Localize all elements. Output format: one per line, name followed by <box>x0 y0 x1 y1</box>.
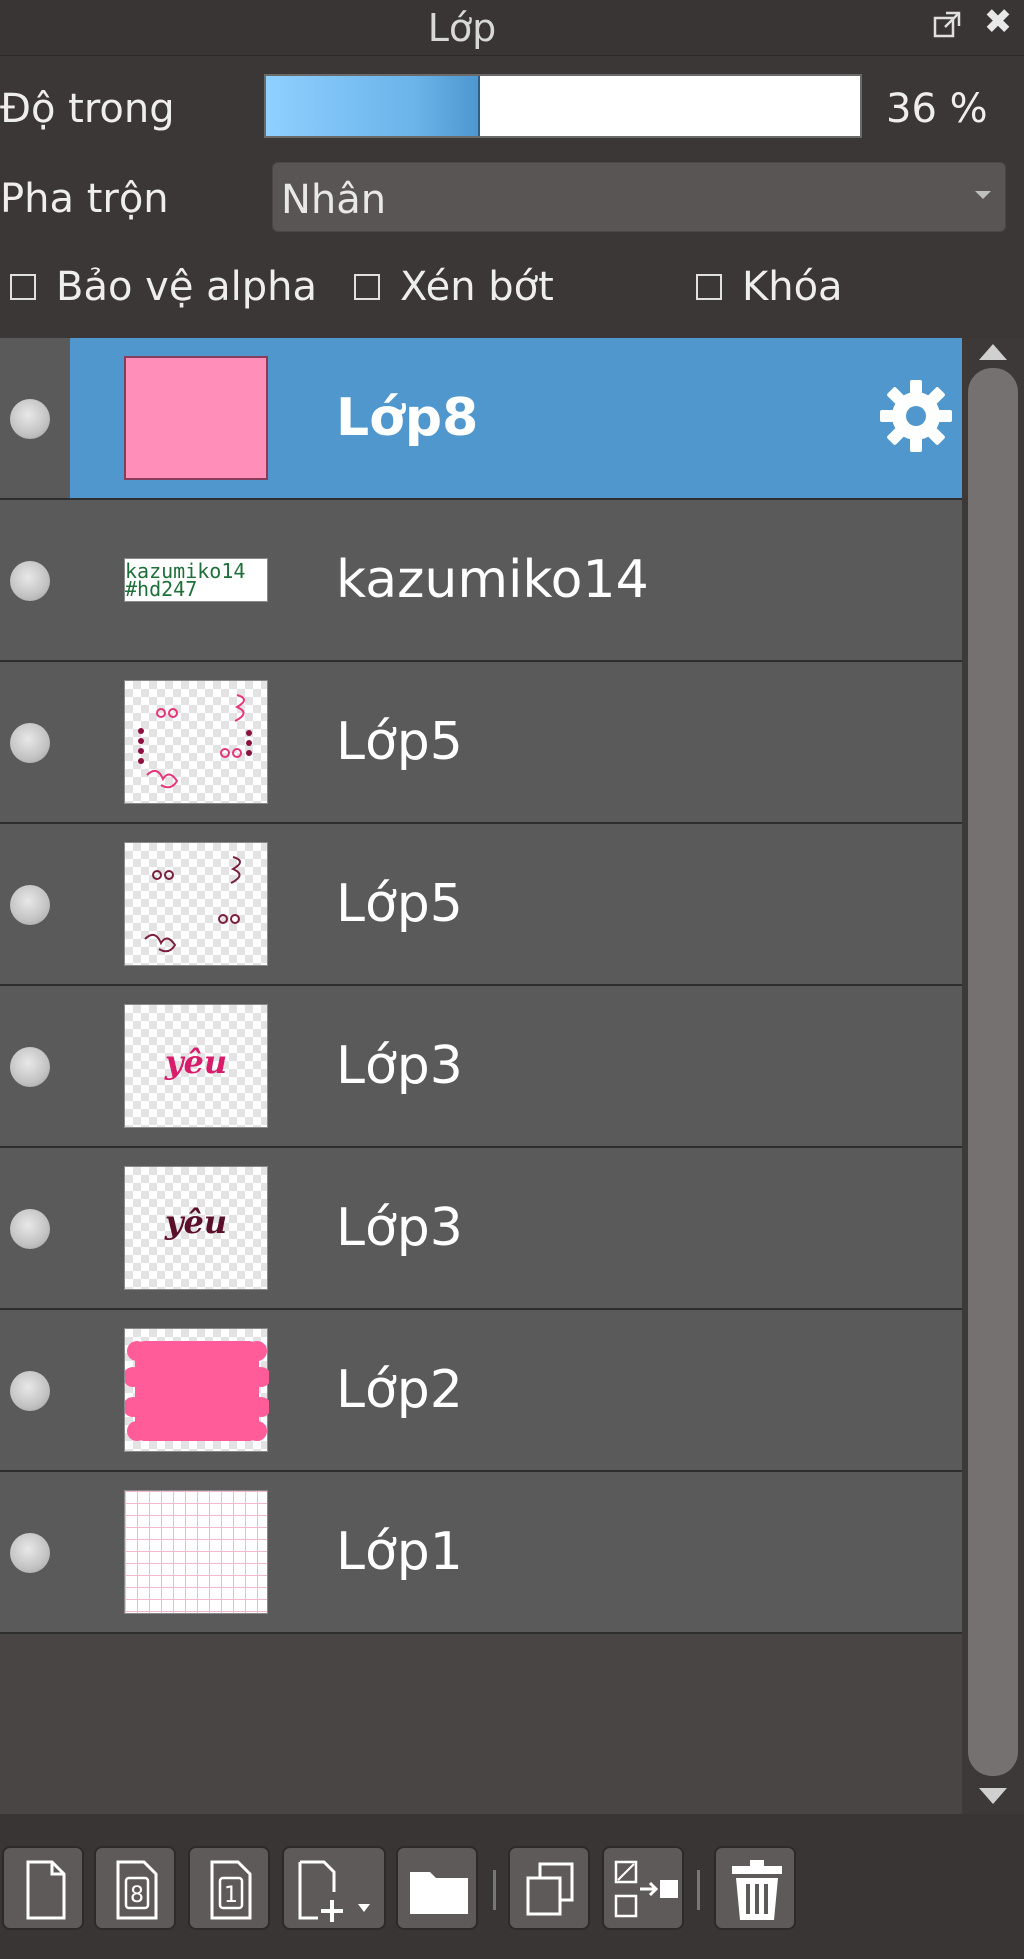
new-layer-button[interactable] <box>2 1846 84 1930</box>
layer-row[interactable]: yêu Lớp3 <box>0 986 962 1148</box>
duplicate-layer-button[interactable] <box>508 1846 590 1930</box>
merge-down-button[interactable] <box>602 1846 684 1930</box>
opacity-value: 36 % <box>886 86 988 132</box>
opacity-slider[interactable] <box>264 74 862 138</box>
visibility-toggle[interactable] <box>10 561 50 601</box>
page-8-icon: 8 <box>116 1860 158 1920</box>
layer-list: Lớp8 kazumiko14 #hd247 kazumiko14 Lớp5 L… <box>0 338 962 1634</box>
alpha-protect-checkbox[interactable]: Bảo vệ alpha <box>10 264 317 310</box>
layer-row[interactable]: Lớp2 <box>0 1310 962 1472</box>
delete-layer-button[interactable] <box>714 1846 796 1930</box>
layer-thumbnail <box>124 842 268 966</box>
thumbnail-text: yêu <box>164 1203 228 1241</box>
layer-name: Lớp3 <box>336 1036 463 1096</box>
lock-checkbox[interactable]: Khóa <box>696 264 843 310</box>
page-1-icon: 1 <box>210 1860 252 1920</box>
layer-list-scrollbar[interactable] <box>962 338 1024 1814</box>
blend-mode-select[interactable]: Nhân <box>272 162 1006 232</box>
close-icon[interactable]: ✖ <box>982 5 1014 39</box>
layer-toolbar: 8 1 <box>0 1814 1024 1959</box>
layer-name: Lớp2 <box>336 1360 463 1420</box>
doodle-art <box>138 694 252 789</box>
opacity-label: Độ trong <box>0 86 175 132</box>
layer-name: Lớp1 <box>336 1522 463 1582</box>
alpha-protect-label: Bảo vệ alpha <box>56 264 318 310</box>
trash-icon <box>732 1860 782 1920</box>
clipping-label: Xén bớt <box>400 264 554 310</box>
lock-label: Khóa <box>742 264 843 310</box>
new-1bit-layer-button[interactable]: 1 <box>188 1846 270 1930</box>
layer-thumbnail: yêu <box>124 1004 268 1128</box>
duplicate-icon <box>526 1862 574 1916</box>
visibility-toggle[interactable] <box>10 723 50 763</box>
layer-name: kazumiko14 <box>336 550 649 610</box>
blend-mode-value: Nhân <box>281 177 387 223</box>
clipping-checkbox[interactable]: Xén bớt <box>354 264 554 310</box>
visibility-toggle[interactable] <box>10 1371 50 1411</box>
visibility-toggle[interactable] <box>10 1209 50 1249</box>
gear-icon[interactable] <box>876 376 956 456</box>
layer-thumbnail <box>123 1328 271 1452</box>
add-layer-menu-button[interactable] <box>282 1846 386 1930</box>
visibility-toggle[interactable] <box>10 1533 50 1573</box>
scrollbar-thumb[interactable] <box>968 368 1018 1776</box>
layer-thumbnail: kazumiko14 #hd247 <box>124 558 268 602</box>
visibility-toggle[interactable] <box>10 885 50 925</box>
merge-icon <box>614 1860 678 1918</box>
checkbox-box <box>354 274 380 300</box>
layer-name: Lớp8 <box>336 388 479 448</box>
banner-art <box>123 1341 271 1441</box>
layer-thumbnail <box>124 356 268 480</box>
layer-name: Lớp5 <box>336 712 463 772</box>
checkbox-box <box>696 274 722 300</box>
checkbox-box <box>10 274 36 300</box>
layer-thumbnail: yêu <box>124 1166 268 1290</box>
popout-icon[interactable] <box>932 10 962 40</box>
new-folder-button[interactable] <box>396 1846 478 1930</box>
layer-thumbnail <box>124 680 268 804</box>
doodle-art <box>144 856 241 953</box>
layer-row[interactable]: yêu Lớp3 <box>0 1148 962 1310</box>
toolbar-separator <box>493 1870 496 1910</box>
toolbar-separator <box>697 1870 700 1910</box>
page-icon <box>26 1860 66 1920</box>
layer-name: Lớp5 <box>336 874 463 934</box>
visibility-toggle[interactable] <box>10 1047 50 1087</box>
layer-row[interactable]: Lớp5 <box>0 824 962 986</box>
layer-properties: Độ trong 36 % Pha trộn Nhân Bảo vệ alpha… <box>0 56 1024 338</box>
folder-icon <box>410 1872 468 1914</box>
svg-text:1: 1 <box>224 1883 238 1908</box>
visibility-toggle[interactable] <box>10 399 50 439</box>
layer-row[interactable]: Lớp5 <box>0 662 962 824</box>
layer-row[interactable]: Lớp1 <box>0 1472 962 1634</box>
layer-row[interactable]: Lớp8 <box>0 338 962 500</box>
scroll-up-arrow-icon[interactable] <box>979 344 1007 360</box>
thumbnail-text-line-2: #hd247 <box>125 577 198 601</box>
layer-thumbnail <box>124 1490 268 1614</box>
page-add-icon <box>298 1860 370 1922</box>
svg-text:8: 8 <box>130 1883 144 1908</box>
scroll-down-arrow-icon[interactable] <box>979 1788 1007 1804</box>
new-8bit-layer-button[interactable]: 8 <box>94 1846 176 1930</box>
chevron-down-icon <box>975 191 991 199</box>
opacity-slider-fill <box>266 76 480 136</box>
layer-row[interactable]: kazumiko14 #hd247 kazumiko14 <box>0 500 962 662</box>
panel-title: Lớp <box>427 6 497 50</box>
panel-title-bar: Lớp ✖ <box>0 0 1024 56</box>
thumbnail-text: yêu <box>164 1043 228 1081</box>
layer-panel: Lớp ✖ Độ trong 36 % Pha trộn Nhân Bảo vệ… <box>0 0 1024 1959</box>
layer-name: Lớp3 <box>336 1198 463 1258</box>
blend-mode-label: Pha trộn <box>0 176 169 222</box>
